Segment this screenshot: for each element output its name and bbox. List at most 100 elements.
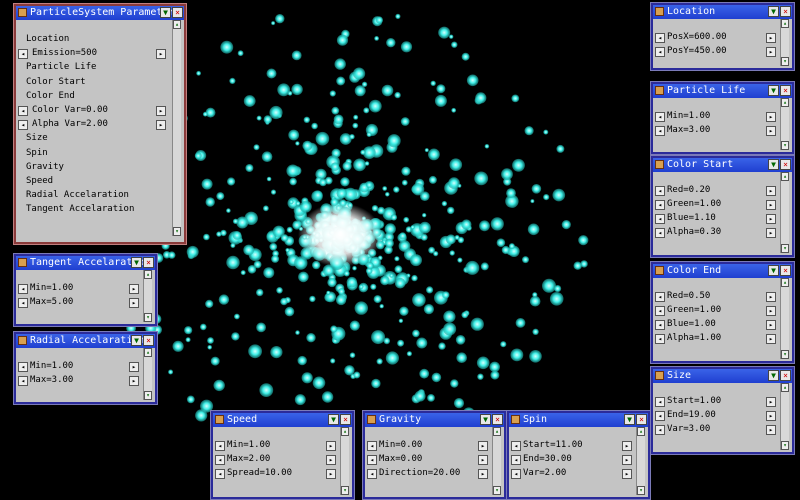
scroll-up-icon[interactable]: ▴ [637,427,645,436]
title-bar[interactable]: Location ▼ × [653,5,792,19]
scroll-down-icon[interactable]: ▾ [144,391,152,400]
arrow-left-icon[interactable]: ◂ [655,126,665,136]
particle-life-window[interactable]: Particle Life ▼ × ◂ Min=1.00 ▸ ◂ Max=3.00 ▸ ▴ ▾ [651,82,794,154]
scrollbar[interactable]: ▴ ▾ [780,383,789,450]
arrow-left-icon[interactable]: ◂ [18,284,28,294]
arrow-left-icon[interactable]: ◂ [655,292,665,302]
arrow-right-icon[interactable]: ▸ [766,126,776,136]
arrow-right-icon[interactable]: ▸ [622,469,632,479]
arrow-right-icon[interactable]: ▸ [766,306,776,316]
scrollbar[interactable]: ▴ ▾ [143,348,152,400]
scroll-down-icon[interactable]: ▾ [781,244,789,253]
title-bar[interactable]: Spin ▼ × [509,413,648,427]
title-bar[interactable]: Size ▼ × [653,369,792,383]
arrow-left-icon[interactable]: ◂ [511,455,521,465]
scroll-down-icon[interactable]: ▾ [781,441,789,450]
scrollbar[interactable]: ▴ ▾ [143,270,152,322]
scrollbar[interactable]: ▴ ▾ [780,278,789,359]
scrollbar[interactable]: ▴ ▾ [636,427,645,495]
minimize-icon[interactable]: ▼ [131,257,142,268]
arrow-right-icon[interactable]: ▸ [156,49,166,60]
spin-window[interactable]: Spin ▼ × ◂ Start=11.00 ▸ ◂ End=30.00 ▸ ◂ Var=2.00 ▸… [507,411,650,499]
scroll-up-icon[interactable]: ▴ [781,98,789,107]
scrollbar[interactable]: ▴ ▾ [340,427,349,495]
minimize-icon[interactable]: ▼ [768,265,779,276]
arrow-right-icon[interactable]: ▸ [766,200,776,210]
arrow-left-icon[interactable]: ◂ [655,411,665,421]
list-item[interactable]: Size [26,133,48,143]
scroll-up-icon[interactable]: ▴ [781,383,789,392]
minimize-icon[interactable]: ▼ [160,7,171,18]
scroll-up-icon[interactable]: ▴ [144,348,152,357]
color-end-window[interactable]: Color End ▼ × ◂ Red=0.50 ▸ ◂ Green=1.00 ▸ ◂ Blue=1… [651,262,794,363]
arrow-right-icon[interactable]: ▸ [326,455,336,465]
arrow-right-icon[interactable]: ▸ [129,298,139,308]
arrow-left-icon[interactable]: ◂ [511,469,521,479]
arrow-left-icon[interactable]: ◂ [655,228,665,238]
arrow-right-icon[interactable]: ▸ [766,292,776,302]
arrow-left-icon[interactable]: ◂ [655,425,665,435]
arrow-right-icon[interactable]: ▸ [766,425,776,435]
title-bar[interactable]: Gravity ▼ × [365,413,504,427]
minimize-icon[interactable]: ▼ [328,414,339,425]
list-item[interactable]: Alpha Var=2.00 [32,119,108,129]
arrow-right-icon[interactable]: ▸ [326,441,336,451]
scroll-down-icon[interactable]: ▾ [144,313,152,322]
arrow-left-icon[interactable]: ◂ [367,469,377,479]
arrow-left-icon[interactable]: ◂ [655,186,665,196]
close-icon[interactable]: × [172,7,183,18]
arrow-left-icon[interactable]: ◂ [18,362,28,372]
arrow-right-icon[interactable]: ▸ [129,362,139,372]
arrow-left-icon[interactable]: ◂ [655,320,665,330]
scrollbar[interactable]: ▴ ▾ [780,19,789,66]
list-item[interactable]: Radial Accelaration [26,190,129,200]
color-start-window[interactable]: Color Start ▼ × ◂ Red=0.20 ▸ ◂ Green=1.00 ▸ ◂ Blue… [651,156,794,257]
arrow-right-icon[interactable]: ▸ [766,397,776,407]
arrow-right-icon[interactable]: ▸ [766,320,776,330]
location-window[interactable]: Location ▼ × ◂ PosX=600.00 ▸ ◂ PosY=450.00 ▸ ▴ ▾ [651,3,794,70]
scrollbar[interactable]: ▴ ▾ [492,427,501,495]
scroll-down-icon[interactable]: ▾ [173,227,181,236]
close-icon[interactable]: × [780,6,791,17]
minimize-icon[interactable]: ▼ [768,85,779,96]
close-icon[interactable]: × [143,335,154,346]
scroll-down-icon[interactable]: ▾ [637,486,645,495]
radial-accelaration-window[interactable]: Radial Accelaration ▼ × ◂ Min=1.00 ▸ ◂ Max=3.00… [14,332,157,404]
close-icon[interactable]: × [780,370,791,381]
arrow-right-icon[interactable]: ▸ [156,120,166,131]
arrow-left-icon[interactable]: ◂ [655,47,665,57]
title-bar[interactable]: Radial Accelaration ▼ × [16,334,155,348]
tangent-accelaration-window[interactable]: Tangent Accelaration ▼ × ◂ Min=1.00 ▸ ◂ Max=5.0… [14,254,157,326]
list-item[interactable]: Spin [26,148,48,158]
close-icon[interactable]: × [636,414,647,425]
scroll-down-icon[interactable]: ▾ [493,486,501,495]
minimize-icon[interactable]: ▼ [768,370,779,381]
title-bar[interactable]: Particle Life ▼ × [653,84,792,98]
scrollbar[interactable]: ▴ ▾ [172,20,181,236]
arrow-right-icon[interactable]: ▸ [326,469,336,479]
close-icon[interactable]: × [780,265,791,276]
arrow-left-icon[interactable]: ◂ [215,469,225,479]
arrow-right-icon[interactable]: ▸ [766,112,776,122]
gravity-window[interactable]: Gravity ▼ × ◂ Min=0.00 ▸ ◂ Max=0.00 ▸ ◂ Direction=… [363,411,506,499]
scroll-up-icon[interactable]: ▴ [493,427,501,436]
close-icon[interactable]: × [340,414,351,425]
arrow-right-icon[interactable]: ▸ [766,228,776,238]
arrow-right-icon[interactable]: ▸ [766,47,776,57]
arrow-left-icon[interactable]: ◂ [655,200,665,210]
arrow-left-icon[interactable]: ◂ [511,441,521,451]
arrow-right-icon[interactable]: ▸ [766,214,776,224]
arrow-right-icon[interactable]: ▸ [766,33,776,43]
minimize-icon[interactable]: ▼ [768,6,779,17]
minimize-icon[interactable]: ▼ [480,414,491,425]
close-icon[interactable]: × [492,414,503,425]
arrow-right-icon[interactable]: ▸ [766,186,776,196]
arrow-right-icon[interactable]: ▸ [766,334,776,344]
minimize-icon[interactable]: ▼ [768,159,779,170]
scroll-up-icon[interactable]: ▴ [144,270,152,279]
arrow-right-icon[interactable]: ▸ [156,106,166,116]
speed-window[interactable]: Speed ▼ × ◂ Min=1.00 ▸ ◂ Max=2.00 ▸ ◂ Spread=10.00… [211,411,354,499]
arrow-right-icon[interactable]: ▸ [129,376,139,386]
arrow-left-icon[interactable]: ◂ [18,298,28,308]
arrow-right-icon[interactable]: ▸ [478,441,488,451]
